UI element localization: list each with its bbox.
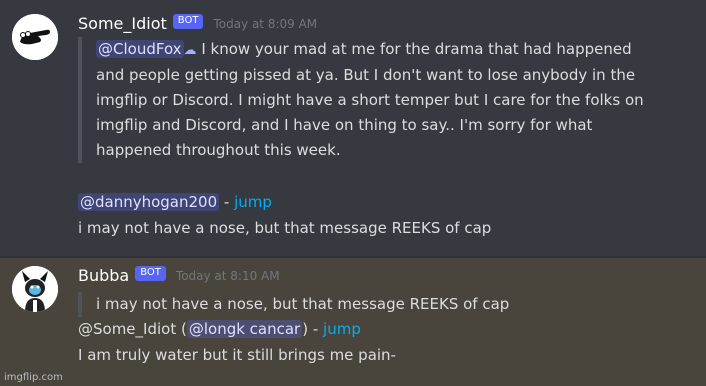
separator-dash: - [219, 193, 235, 211]
quote-text: @CloudFox ☁ I know your mad at me for the… [96, 37, 656, 163]
message-bubba: Bubba BOT Today at 8:10 AM i may not hav… [0, 258, 706, 386]
message-body: I am truly water but it still brings me … [78, 346, 396, 364]
quote-block: i may not have a nose, but that message … [78, 292, 656, 317]
reply-reference: @Some_Idiot (@longk cancar) - jump [78, 318, 361, 340]
reply-suffix: ) - [302, 320, 324, 338]
bot-badge: BOT [135, 266, 166, 281]
user-mention[interactable]: @CloudFox [96, 40, 184, 58]
message-header: Some_Idiot BOT Today at 8:09 AM [78, 14, 317, 33]
avatar-some-idiot[interactable] [12, 14, 58, 60]
quote-block: @CloudFox ☁ I know your mad at me for the… [78, 37, 656, 163]
username[interactable]: Some_Idiot [78, 14, 167, 33]
watermark: imgflip.com [4, 372, 63, 383]
message-body: i may not have a nose, but that message … [78, 219, 492, 237]
message-some-idiot: Some_Idiot BOT Today at 8:09 AM @CloudFo… [0, 0, 706, 258]
user-mention[interactable]: @longk cancar [186, 320, 303, 338]
reply-reference: @dannyhogan200 - jump [78, 191, 272, 213]
quote-text: i may not have a nose, but that message … [96, 295, 510, 313]
character-avatar-icon [12, 266, 58, 312]
reply-prefix: @Some_Idiot ( [78, 320, 187, 338]
user-mention[interactable]: @dannyhogan200 [78, 193, 220, 211]
jump-link[interactable]: jump [234, 193, 272, 211]
pointing-hand-icon [12, 14, 58, 60]
message-header: Bubba BOT Today at 8:10 AM [78, 266, 280, 285]
avatar-bubba[interactable] [12, 266, 58, 312]
jump-link[interactable]: jump [323, 320, 361, 338]
username[interactable]: Bubba [78, 266, 129, 285]
timestamp[interactable]: Today at 8:09 AM [213, 17, 317, 31]
bot-badge: BOT [172, 14, 204, 29]
cloud-icon: ☁ [183, 43, 197, 58]
timestamp[interactable]: Today at 8:10 AM [176, 269, 280, 283]
